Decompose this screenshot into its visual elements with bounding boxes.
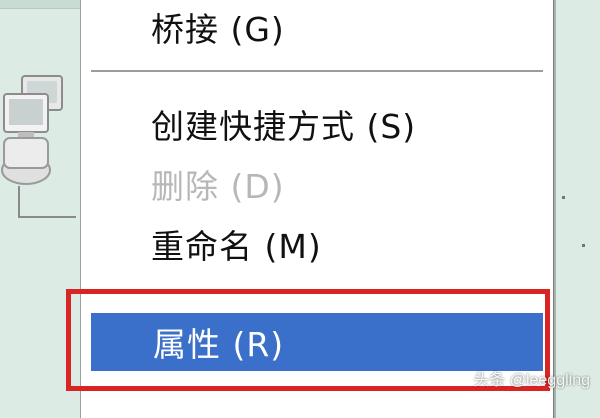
network-link-line (18, 186, 76, 218)
window-edge (0, 0, 80, 9)
menu-item-label: 删除 (D) (151, 167, 285, 206)
menu-item-delete: 删除 (D) (89, 155, 545, 213)
menu-separator (91, 70, 543, 73)
menu-item-label: 创建快捷方式 (S) (151, 107, 417, 146)
network-connection-icon[interactable] (0, 72, 72, 192)
menu-item-label[interactable]: 重命名 (M) (151, 220, 322, 268)
menu-item-create-shortcut[interactable]: 创建快捷方式 (S) (89, 95, 545, 153)
background-speck (582, 244, 585, 247)
watermark: 头条 @leeggling (473, 372, 590, 389)
menu-item-bridge[interactable]: 桥接 (G) (89, 0, 545, 56)
background-speck (562, 196, 565, 199)
menu-item-rename[interactable]: 重命名 (M) (89, 215, 545, 273)
menu-item-label: 桥接 (G) (151, 10, 285, 49)
